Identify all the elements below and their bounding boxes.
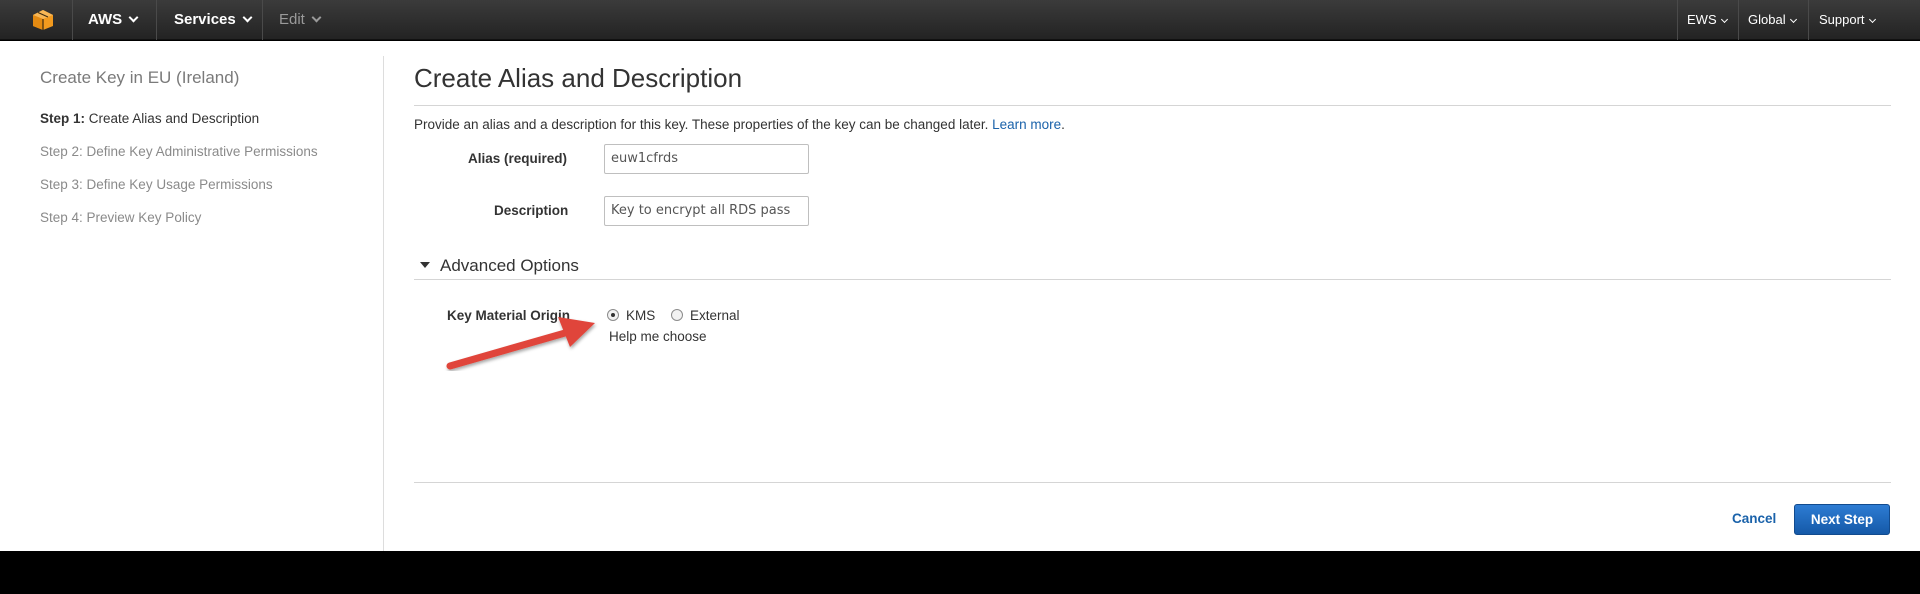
wizard-step-4: Step 4: Preview Key Policy <box>40 210 202 225</box>
region-menu-label: Global <box>1748 12 1786 27</box>
aws-menu-label: AWS <box>88 11 123 28</box>
learn-more-link[interactable]: Learn more <box>992 117 1061 132</box>
alias-input[interactable]: euw1cfrds <box>604 144 809 174</box>
nav-separator <box>1677 0 1678 40</box>
nav-separator <box>156 0 157 40</box>
bottom-blank-area <box>0 551 1920 594</box>
wizard-step-2: Step 2: Define Key Administrative Permis… <box>40 144 318 159</box>
cancel-button[interactable]: Cancel <box>1732 511 1776 526</box>
nav-separator <box>262 0 263 40</box>
chevron-down-icon <box>242 12 253 23</box>
caret-down-icon <box>420 262 430 268</box>
intro-text: Provide an alias and a description for t… <box>414 117 1065 132</box>
next-step-button[interactable]: Next Step <box>1794 504 1890 535</box>
account-menu-label: EWS <box>1687 12 1717 27</box>
chevron-down-icon <box>1720 15 1728 24</box>
edit-menu-label: Edit <box>279 11 305 28</box>
aws-cube-logo-icon[interactable] <box>32 9 54 31</box>
aws-menu[interactable]: AWS <box>88 0 139 40</box>
page-content: Create Key in EU (Ireland) Step 1: Creat… <box>0 41 1920 551</box>
chevron-down-icon <box>311 12 322 23</box>
support-menu[interactable]: Support <box>1819 0 1876 40</box>
wizard-title: Create Key in EU (Ireland) <box>40 68 240 87</box>
top-nav-bar: AWS Services Edit EWS Global Support <box>0 0 1920 40</box>
description-label: Description <box>494 203 569 218</box>
wizard-step-1: Step 1: Create Alias and Description <box>40 111 259 126</box>
intro-description: Provide an alias and a description for t… <box>414 117 989 132</box>
wizard-step-1-label: Create Alias and Description <box>88 111 260 126</box>
nav-separator <box>72 0 73 40</box>
region-menu[interactable]: Global <box>1748 0 1797 40</box>
alias-label: Alias (required) <box>468 151 568 166</box>
support-menu-label: Support <box>1819 12 1865 27</box>
chevron-down-icon <box>128 12 139 23</box>
description-input[interactable]: Key to encrypt all RDS pass <box>604 196 809 226</box>
external-radio[interactable] <box>671 309 683 321</box>
sidebar-divider <box>383 56 384 551</box>
services-menu[interactable]: Services <box>174 0 253 40</box>
page-title: Create Alias and Description <box>414 63 743 93</box>
advanced-options-divider <box>414 279 1891 280</box>
wizard-step-1-prefix: Step 1: <box>40 111 86 126</box>
help-me-choose-link[interactable]: Help me choose <box>609 329 707 344</box>
external-radio-label[interactable]: External <box>690 308 740 323</box>
intro-period: . <box>1061 117 1065 132</box>
advanced-options-toggle[interactable]: Advanced Options <box>420 256 579 276</box>
kms-radio-label[interactable]: KMS <box>626 308 655 323</box>
wizard-step-3: Step 3: Define Key Usage Permissions <box>40 177 273 192</box>
title-divider <box>414 105 1891 106</box>
nav-separator <box>1808 0 1809 40</box>
chevron-down-icon <box>1868 15 1876 24</box>
advanced-options-label: Advanced Options <box>440 256 579 275</box>
services-menu-label: Services <box>174 11 236 28</box>
annotation-arrow-icon <box>446 317 595 370</box>
nav-separator <box>1738 0 1739 40</box>
chevron-down-icon <box>1789 15 1797 24</box>
edit-menu[interactable]: Edit <box>279 0 322 40</box>
account-menu[interactable]: EWS <box>1687 0 1728 40</box>
footer-divider <box>414 482 1891 483</box>
